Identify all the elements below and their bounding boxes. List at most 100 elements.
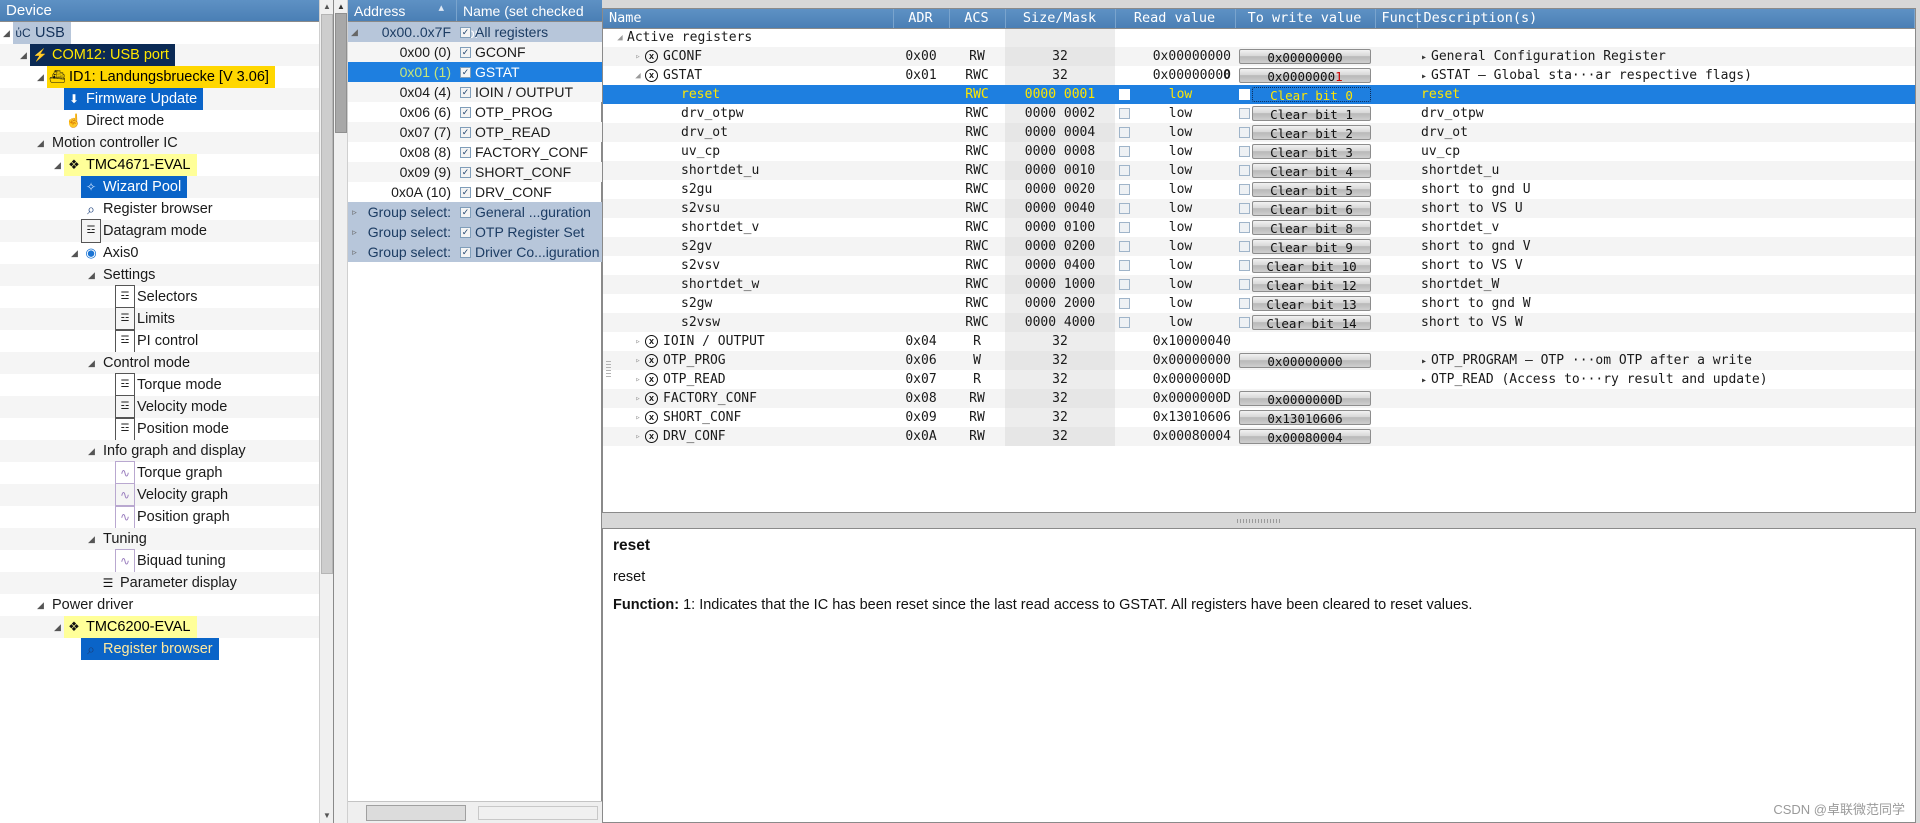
register-table-row[interactable]: drv_otpw RWC 0000 0002 low Clear bit 1 drv_ot… <box>603 104 1915 123</box>
row-expander-icon[interactable]: ▹ <box>631 394 645 404</box>
tree-expander-icon[interactable]: ◢ <box>0 22 13 44</box>
register-table-row[interactable]: uv_cp RWC 0000 0008 low Clear bit 3 uv_cp <box>603 142 1915 161</box>
description-expand-icon[interactable]: ▸ <box>1421 356 1427 367</box>
device-tree-item-highlight[interactable]: ✧ Wizard Pool <box>81 176 188 198</box>
register-enable-checkbox[interactable]: ✓ <box>460 246 471 258</box>
device-tree-item-highlight[interactable]: Info graph and display <box>98 440 252 462</box>
device-tree-item[interactable]: ⌕ Register browser <box>0 638 333 660</box>
register-table-row[interactable]: ▹ x SHORT_CONF 0x09 RW 32 0x13010606 0x13010606 <box>603 408 1915 427</box>
device-tree-item-highlight[interactable]: ◉ Axis0 <box>81 242 144 264</box>
column-header-name[interactable]: Name (set checked for <box>456 0 602 41</box>
device-tree-item[interactable]: ☲ Torque mode <box>0 373 333 397</box>
write-enable-checkbox[interactable] <box>1239 89 1250 100</box>
write-value-button[interactable]: 0x00000001 <box>1239 68 1371 84</box>
register-table-row[interactable]: ▹ x GCONF 0x00 RW 32 0x00000000 0x00000000 ▸ Gene… <box>603 47 1915 66</box>
column-header-acs[interactable]: ACS <box>949 9 1006 29</box>
tree-expander-icon[interactable]: ◢ <box>85 528 98 550</box>
write-value-button[interactable]: Clear bit 9 <box>1252 239 1371 255</box>
device-tree-item-highlight[interactable]: ☲ Velocity mode <box>115 395 233 419</box>
register-enable-checkbox[interactable]: ✓ <box>460 126 471 138</box>
row-drag-grip[interactable] <box>606 361 611 379</box>
tree-expander-icon[interactable]: ◢ <box>85 264 98 286</box>
device-tree-item[interactable]: ◢ Power driver <box>0 594 333 616</box>
row-expander-icon[interactable]: ▹ <box>631 52 645 62</box>
column-header-name[interactable]: Name <box>603 9 894 29</box>
register-table-row[interactable]: shortdet_u RWC 0000 0010 low Clear bit 4 shor… <box>603 161 1915 180</box>
write-value-button[interactable]: Clear bit 8 <box>1252 220 1371 236</box>
write-enable-checkbox[interactable] <box>1239 184 1250 195</box>
write-value-button[interactable]: Clear bit 4 <box>1252 163 1371 179</box>
tree-expander-icon[interactable]: ◢ <box>34 66 47 88</box>
register-enable-checkbox[interactable]: ✓ <box>460 146 471 158</box>
register-enable-checkbox[interactable]: ✓ <box>460 186 471 198</box>
device-tree-item-highlight[interactable]: ☲ Limits <box>115 307 181 331</box>
column-header-address[interactable]: Address ▴ <box>348 0 456 21</box>
register-table-row[interactable]: shortdet_v RWC 0000 0100 low Clear bit 8 shor… <box>603 218 1915 237</box>
device-tree-item-highlight[interactable]: ☰ Parameter display <box>98 572 243 594</box>
write-value-button[interactable]: 0x0000000D <box>1239 391 1371 407</box>
register-table-row[interactable]: s2vsw RWC 0000 4000 low Clear bit 14 short to… <box>603 313 1915 332</box>
write-enable-checkbox[interactable] <box>1239 317 1250 328</box>
write-value-button[interactable]: Clear bit 12 <box>1252 277 1371 293</box>
write-enable-checkbox[interactable] <box>1239 279 1250 290</box>
device-tree-item-highlight[interactable]: ⬇ Firmware Update <box>64 88 204 110</box>
device-tree-item[interactable]: ☰ Parameter display <box>0 572 333 594</box>
register-table-row[interactable]: s2gw RWC 0000 2000 low Clear bit 13 short to … <box>603 294 1915 313</box>
device-tree-item-highlight[interactable]: Tuning <box>98 528 153 550</box>
bit-state-checkbox[interactable] <box>1119 89 1130 100</box>
write-value-button[interactable]: Clear bit 10 <box>1252 258 1371 274</box>
bit-state-checkbox[interactable] <box>1119 146 1130 157</box>
tree-expander-icon[interactable]: ◢ <box>17 44 30 66</box>
register-table-row[interactable]: ▹ x OTP_PROG 0x06 W 32 0x00000000 0x00000000 ▸ OT… <box>603 351 1915 370</box>
write-value-button[interactable]: 0x13010606 <box>1239 410 1371 426</box>
device-tree-item[interactable]: ◢ Info graph and display <box>0 440 333 462</box>
description-expand-icon[interactable]: ▸ <box>1421 52 1427 63</box>
write-value-button[interactable]: Clear bit 2 <box>1252 125 1371 141</box>
device-tree-item-highlight[interactable]: ☝ Direct mode <box>64 110 170 132</box>
row-expander-icon[interactable]: ▹ <box>631 356 645 366</box>
scroll-up-icon[interactable]: ▲ <box>335 1 347 13</box>
device-tree-item-highlight[interactable]: ⛴ ID1: Landungsbruecke [V 3.06] <box>47 66 275 88</box>
register-table-row[interactable]: reset RWC 0000 0001 low Clear bit 0 reset <box>603 85 1915 104</box>
row-expander-icon[interactable]: ◢ <box>631 71 645 81</box>
register-table-row[interactable]: s2vsv RWC 0000 0400 low Clear bit 10 short to… <box>603 256 1915 275</box>
write-enable-checkbox[interactable] <box>1239 222 1250 233</box>
bit-state-checkbox[interactable] <box>1119 279 1130 290</box>
register-table-row[interactable]: s2gv RWC 0000 0200 low Clear bit 9 short to g… <box>603 237 1915 256</box>
address-row[interactable]: 0x00 (0) ✓ GCONF <box>348 42 602 62</box>
register-table-row[interactable]: shortdet_w RWC 0000 1000 low Clear bit 12 sho… <box>603 275 1915 294</box>
write-enable-checkbox[interactable] <box>1239 146 1250 157</box>
device-tree-scrollbar[interactable]: ▲ ▼ <box>319 0 333 823</box>
device-tree-item[interactable]: ∿ Torque graph <box>0 461 333 485</box>
device-tree-item[interactable]: ◢ Settings <box>0 264 333 286</box>
register-enable-checkbox[interactable]: ✓ <box>460 86 471 98</box>
column-header-adr[interactable]: ADR <box>893 9 950 29</box>
write-enable-checkbox[interactable] <box>1239 165 1250 176</box>
column-header-write-value[interactable]: To write value <box>1235 9 1376 29</box>
column-header-read-value[interactable]: Read value <box>1115 9 1236 29</box>
device-tree-item[interactable]: ✧ Wizard Pool <box>0 176 333 198</box>
device-tree-item-highlight[interactable]: ∿ Velocity graph <box>115 483 234 507</box>
bit-state-checkbox[interactable] <box>1119 317 1130 328</box>
device-tree-item-highlight[interactable]: ὐC USB <box>13 22 71 44</box>
write-enable-checkbox[interactable] <box>1239 127 1250 138</box>
device-tree-item-highlight[interactable]: ∿ Position graph <box>115 505 236 529</box>
register-table-row[interactable]: ▹ x IOIN / OUTPUT 0x04 R 32 0x10000040 <box>603 332 1915 351</box>
address-row[interactable]: 0x0A (10) ✓ DRV_CONF <box>348 182 602 202</box>
device-tree-item[interactable]: ∿ Position graph <box>0 505 333 529</box>
write-enable-checkbox[interactable] <box>1239 241 1250 252</box>
column-header-size-mask[interactable]: Size/Mask <box>1005 9 1116 29</box>
device-tree-item-highlight[interactable]: ⌕ Register browser <box>81 638 219 660</box>
tree-expander-icon[interactable]: ◢ <box>51 616 64 638</box>
device-tree-item-highlight[interactable]: Motion controller IC <box>47 132 184 154</box>
address-expander-icon[interactable]: ▹ <box>348 222 361 242</box>
address-row[interactable]: ▹ Group select: ✓ Driver Co...iguration <box>348 242 602 262</box>
horizontal-splitter[interactable] <box>602 515 1916 526</box>
address-panel-scrollbar[interactable]: ▲ <box>334 0 348 823</box>
scrollbar-thumb[interactable] <box>335 13 347 133</box>
register-table-row[interactable]: ▹ x DRV_CONF 0x0A RW 32 0x00080004 0x00080004 <box>603 427 1915 446</box>
register-table-row[interactable]: ◢ x GSTAT 0x01 RWC 32 0x00000000 0x00000001 ▸ GST… <box>603 66 1915 85</box>
device-tree-item-highlight[interactable]: ⌕ Register browser <box>81 198 219 220</box>
device-tree-item[interactable]: ◢ Control mode <box>0 352 333 374</box>
device-tree-item-highlight[interactable]: ∿ Biquad tuning <box>115 549 232 573</box>
